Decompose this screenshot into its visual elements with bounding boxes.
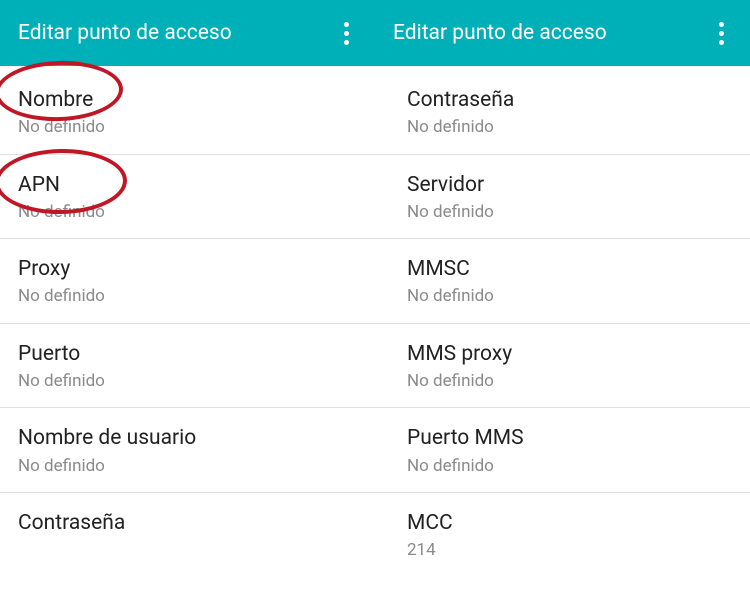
header-bar: Editar punto de acceso	[375, 0, 750, 66]
field-label: Contraseña	[407, 88, 732, 113]
field-value: 214	[407, 540, 732, 560]
apn-field-servidor[interactable]: Servidor No definido	[375, 155, 750, 240]
field-label: Nombre	[18, 88, 357, 113]
field-label: Puerto	[18, 342, 357, 367]
field-value: No definido	[18, 117, 357, 137]
overflow-menu-icon[interactable]	[336, 14, 357, 53]
field-value: No definido	[407, 202, 732, 222]
header-bar: Editar punto de acceso	[0, 0, 375, 66]
field-label: Proxy	[18, 257, 357, 282]
field-value: No definido	[18, 202, 357, 222]
field-value: No definido	[407, 117, 732, 137]
field-label: Servidor	[407, 173, 732, 198]
field-label: Puerto MMS	[407, 426, 732, 451]
apn-field-contrasena[interactable]: Contraseña	[0, 493, 375, 556]
field-label: Nombre de usuario	[18, 426, 357, 451]
header-title: Editar punto de acceso	[18, 21, 232, 45]
field-value: No definido	[18, 371, 357, 391]
apn-settings-screen-2: Editar punto de acceso Contraseña No def…	[375, 0, 750, 591]
field-value: No definido	[407, 286, 732, 306]
overflow-menu-icon[interactable]	[711, 14, 732, 53]
apn-field-apn[interactable]: APN No definido	[0, 155, 375, 240]
header-title: Editar punto de acceso	[393, 21, 607, 45]
field-label: MCC	[407, 511, 732, 536]
apn-field-mmsc[interactable]: MMSC No definido	[375, 239, 750, 324]
field-label: Contraseña	[18, 511, 357, 536]
apn-field-contrasena[interactable]: Contraseña No definido	[375, 66, 750, 155]
apn-field-puerto[interactable]: Puerto No definido	[0, 324, 375, 409]
settings-list: Nombre No definido APN No definido Proxy…	[0, 66, 375, 556]
apn-field-mcc[interactable]: MCC 214	[375, 493, 750, 577]
field-label: APN	[18, 173, 357, 198]
field-value: No definido	[407, 371, 732, 391]
field-label: MMS proxy	[407, 342, 732, 367]
field-value: No definido	[18, 286, 357, 306]
field-value: No definido	[18, 456, 357, 476]
apn-field-puerto-mms[interactable]: Puerto MMS No definido	[375, 408, 750, 493]
apn-field-nombre-usuario[interactable]: Nombre de usuario No definido	[0, 408, 375, 493]
settings-list: Contraseña No definido Servidor No defin…	[375, 66, 750, 576]
apn-field-mms-proxy[interactable]: MMS proxy No definido	[375, 324, 750, 409]
apn-field-nombre[interactable]: Nombre No definido	[0, 66, 375, 155]
apn-settings-screen-1: Editar punto de acceso Nombre No definid…	[0, 0, 375, 591]
apn-field-proxy[interactable]: Proxy No definido	[0, 239, 375, 324]
field-value: No definido	[407, 456, 732, 476]
field-label: MMSC	[407, 257, 732, 282]
